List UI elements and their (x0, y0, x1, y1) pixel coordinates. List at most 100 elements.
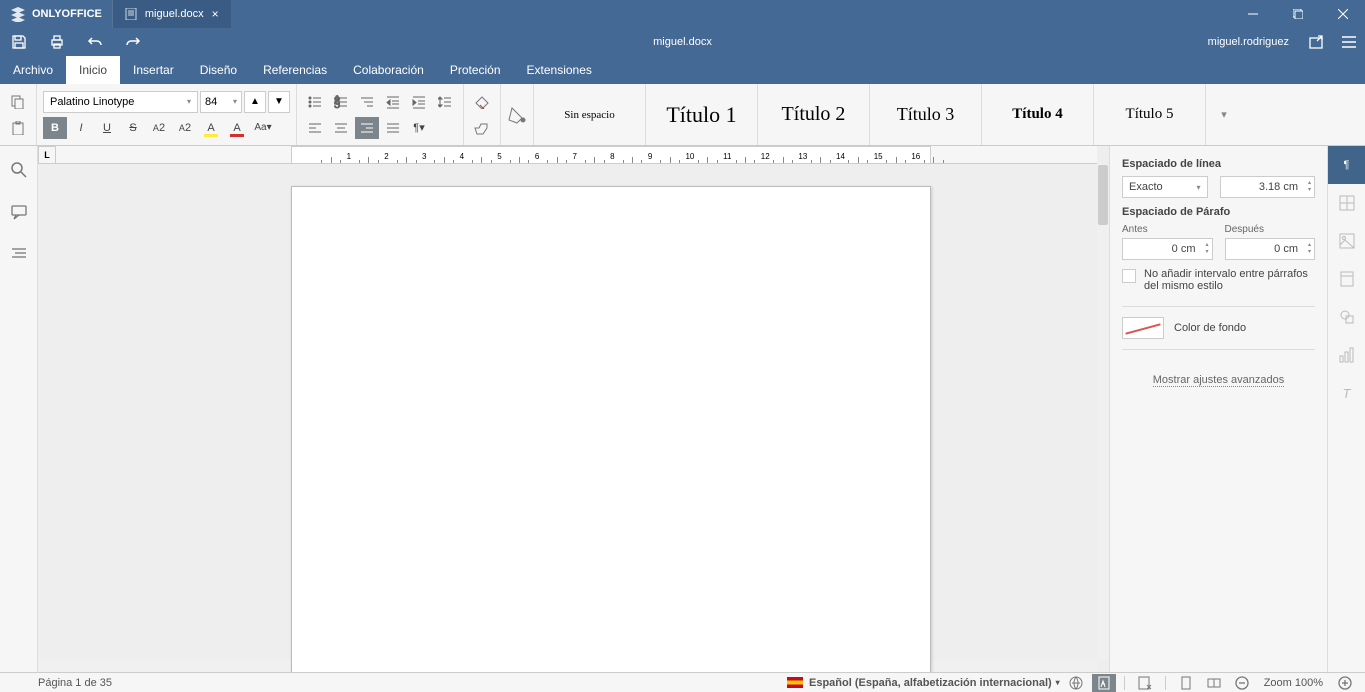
style-titulo-1[interactable]: Título 1 (646, 84, 758, 145)
line-spacing-value-input[interactable]: 3.18 cm (1220, 176, 1316, 198)
indent-decrease-button[interactable] (381, 91, 405, 113)
menu-extensiones[interactable]: Extensiones (514, 56, 605, 84)
print-button[interactable] (38, 28, 76, 56)
menu-referencias[interactable]: Referencias (250, 56, 340, 84)
menu-insertar[interactable]: Insertar (120, 56, 187, 84)
headings-icon[interactable] (7, 242, 31, 266)
no-interval-label: No añadir intervalo entre párrafos del m… (1144, 268, 1315, 292)
svg-text:3: 3 (334, 99, 340, 109)
menu-inicio[interactable]: Inicio (66, 56, 120, 84)
zoom-out-button[interactable] (1230, 674, 1254, 692)
document-tab[interactable]: miguel.docx × (112, 0, 231, 28)
app-logo: ONLYOFFICE (0, 6, 112, 22)
before-label: Antes (1122, 224, 1213, 235)
open-location-button[interactable] (1301, 28, 1333, 56)
style-titulo-3[interactable]: Título 3 (870, 84, 982, 145)
paste-button[interactable] (6, 117, 30, 139)
doc-icon (125, 8, 137, 20)
track-changes-icon[interactable] (1133, 674, 1157, 692)
zoom-level[interactable]: Zoom 100% (1264, 677, 1323, 689)
menu-diseno[interactable]: Diseño (187, 56, 250, 84)
maximize-window-icon[interactable] (1275, 0, 1320, 28)
shading-button[interactable] (501, 86, 533, 144)
vertical-scrollbar[interactable] (1097, 164, 1109, 660)
bullets-button[interactable] (303, 91, 327, 113)
align-justify-button[interactable] (381, 117, 405, 139)
font-size-down[interactable]: ▼ (268, 91, 290, 113)
copy-button[interactable] (6, 91, 30, 113)
line-spacing-button[interactable] (433, 91, 457, 113)
italic-button[interactable]: I (69, 117, 93, 139)
user-name[interactable]: miguel.rodriguez (1196, 36, 1301, 48)
divider (1122, 306, 1315, 307)
bg-color-swatch[interactable] (1122, 317, 1164, 339)
paragraph-settings-panel: Espaciado de línea Exacto 3.18 cm Espaci… (1109, 146, 1327, 672)
font-color-button[interactable]: A (225, 117, 249, 139)
undo-button[interactable] (76, 28, 114, 56)
image-tab-icon[interactable] (1328, 222, 1365, 260)
comments-icon[interactable] (7, 200, 31, 224)
zoom-in-button[interactable] (1333, 674, 1357, 692)
fit-page-icon[interactable] (1174, 674, 1198, 692)
spellcheck-icon[interactable] (1064, 674, 1088, 692)
align-right-button[interactable] (355, 117, 379, 139)
table-tab-icon[interactable] (1328, 184, 1365, 222)
textart-tab-icon[interactable]: T (1328, 374, 1365, 412)
close-window-icon[interactable] (1320, 0, 1365, 28)
font-size-select[interactable]: 84 (200, 91, 242, 113)
style-sin-espacio[interactable]: Sin espacio (534, 84, 646, 145)
menu-proteccion[interactable]: Proteción (437, 56, 514, 84)
divider (1122, 349, 1315, 350)
styles-more-icon[interactable]: ▾ (1206, 84, 1242, 145)
header-tab-icon[interactable] (1328, 260, 1365, 298)
numbering-button[interactable]: 123 (329, 91, 353, 113)
nonprinting-button[interactable]: ¶▾ (407, 117, 431, 139)
copy-style-button[interactable] (470, 117, 494, 139)
line-spacing-mode-select[interactable]: Exacto (1122, 176, 1208, 198)
clear-format-button[interactable] (470, 91, 494, 113)
highlight-button[interactable]: A (199, 117, 223, 139)
advanced-settings-link[interactable]: Mostrar ajustes avanzados (1153, 374, 1284, 387)
minimize-window-icon[interactable] (1230, 0, 1275, 28)
paragraph-tab-icon[interactable]: ¶ (1328, 146, 1365, 184)
underline-button[interactable]: U (95, 117, 119, 139)
align-left-button[interactable] (303, 117, 327, 139)
spacing-before-input[interactable]: 0 cm (1122, 238, 1213, 260)
hamburger-menu-icon[interactable] (1333, 28, 1365, 56)
shape-tab-icon[interactable] (1328, 298, 1365, 336)
chart-tab-icon[interactable] (1328, 336, 1365, 374)
subscript-button[interactable]: A2 (173, 117, 197, 139)
language-selector[interactable]: Español (España, alfabetización internac… (787, 677, 1060, 689)
ruler-corner[interactable]: L (38, 146, 56, 164)
after-label: Después (1225, 224, 1316, 235)
menu-colaboracion[interactable]: Colaboración (340, 56, 437, 84)
menu-archivo[interactable]: Archivo (0, 56, 66, 84)
search-icon[interactable] (7, 158, 31, 182)
page-indicator[interactable]: Página 1 de 35 (38, 677, 112, 689)
style-titulo-5[interactable]: Título 5 (1094, 84, 1206, 145)
doc-language-icon[interactable] (1092, 674, 1116, 692)
fit-width-icon[interactable] (1202, 674, 1226, 692)
change-case-button[interactable]: Aa▾ (251, 117, 275, 139)
para-spacing-label: Espaciado de Párafo (1122, 206, 1315, 218)
close-tab-icon[interactable]: × (212, 7, 219, 21)
no-interval-checkbox[interactable] (1122, 269, 1136, 283)
document-page[interactable] (291, 186, 931, 672)
bold-button[interactable]: B (43, 117, 67, 139)
font-size-up[interactable]: ▲ (244, 91, 266, 113)
line-spacing-label: Espaciado de línea (1122, 158, 1315, 170)
indent-increase-button[interactable] (407, 91, 431, 113)
save-button[interactable] (0, 28, 38, 56)
align-center-button[interactable] (329, 117, 353, 139)
bg-color-label: Color de fondo (1174, 322, 1246, 334)
redo-button[interactable] (114, 28, 152, 56)
font-family-select[interactable]: Palatino Linotype (43, 91, 198, 113)
horizontal-ruler[interactable]: /*ticks rendered below via spans*/ 12345… (56, 146, 1097, 164)
style-titulo-2[interactable]: Título 2 (758, 84, 870, 145)
style-titulo-4[interactable]: Título 4 (982, 84, 1094, 145)
strike-button[interactable]: S (121, 117, 145, 139)
superscript-button[interactable]: A2 (147, 117, 171, 139)
spacing-after-input[interactable]: 0 cm (1225, 238, 1316, 260)
multilevel-button[interactable] (355, 91, 379, 113)
doc-title: miguel.docx (653, 36, 712, 48)
